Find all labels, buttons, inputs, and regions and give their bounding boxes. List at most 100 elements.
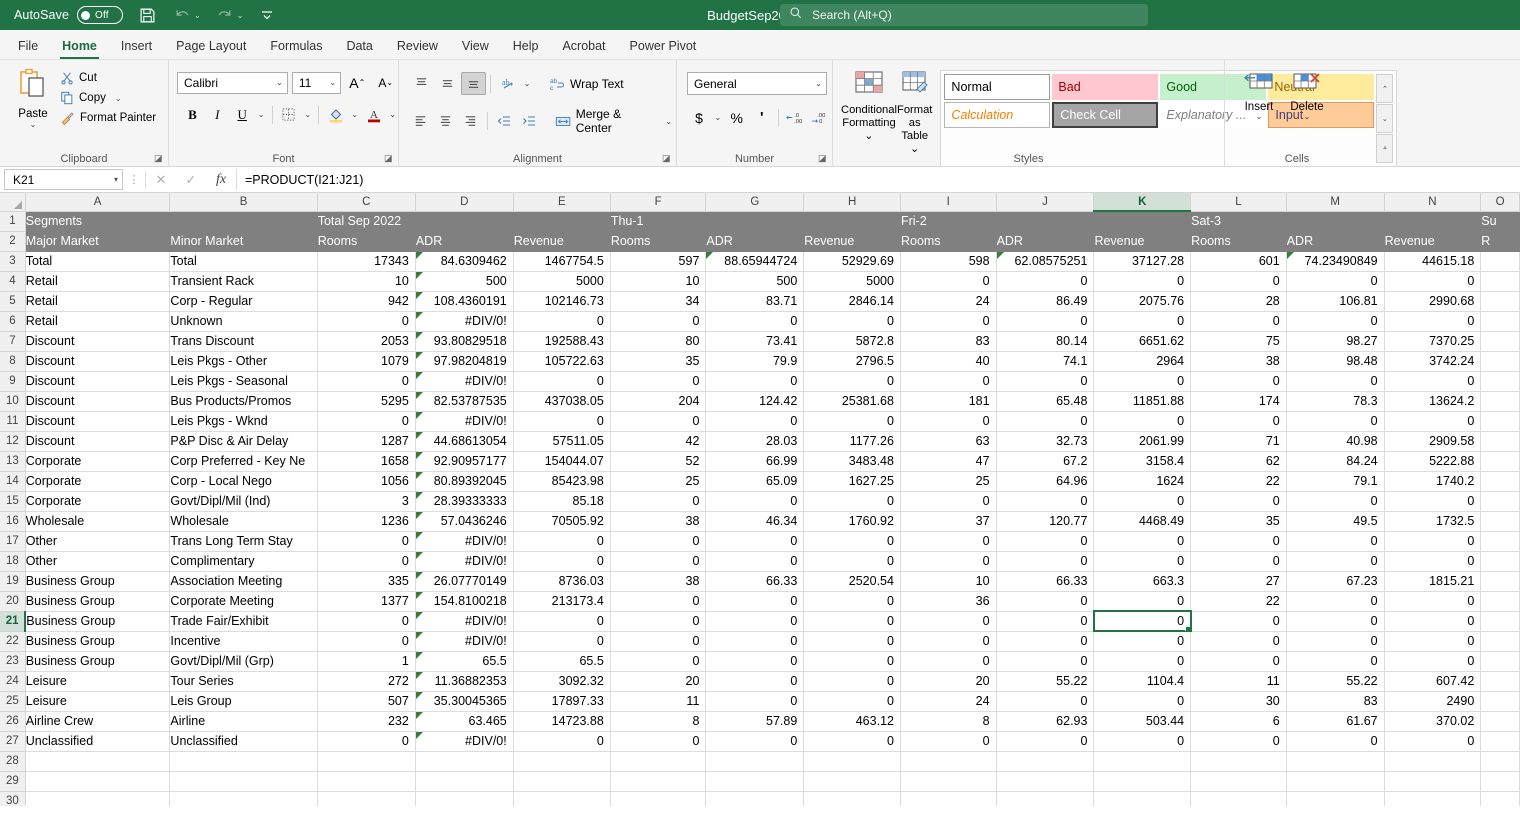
font-name-combo[interactable]: Calibri ⌄ [177,71,288,94]
cell-K30[interactable] [1093,791,1192,806]
row-header-2[interactable]: 2 [0,231,26,252]
cell-N8[interactable]: 3742.24 [1384,351,1482,372]
decrease-font-size-button[interactable]: A ⌄ [374,71,398,94]
cell-O29[interactable] [1480,771,1520,792]
tab-data[interactable]: Data [334,36,384,59]
cell-N21[interactable]: 0 [1384,611,1482,632]
cell-F10[interactable]: 204 [610,391,707,412]
cell-I20[interactable]: 36 [900,591,997,612]
cell-C4[interactable]: 10 [317,271,416,292]
cell-B8[interactable]: Leis Pkgs - Other [169,351,318,372]
cell-K1[interactable] [1093,211,1192,232]
cell-F27[interactable]: 0 [610,731,707,752]
cell-E18[interactable]: 0 [513,551,611,572]
cell-M4[interactable]: 0 [1286,271,1385,292]
cell-D13[interactable]: 92.90957177 [415,451,514,472]
cell-G23[interactable]: 0 [705,651,805,672]
cell-F23[interactable]: 0 [610,651,707,672]
cell-O27[interactable] [1480,731,1520,752]
cell-N18[interactable]: 0 [1384,551,1482,572]
cell-K28[interactable] [1093,751,1192,772]
cell-A11[interactable]: Discount [25,411,171,432]
cell-L6[interactable]: 0 [1190,311,1287,332]
row-header-7[interactable]: 7 [0,331,26,352]
font-size-combo[interactable]: 11 ⌄ [291,71,342,94]
cell-H23[interactable]: 0 [803,651,901,672]
cell-N4[interactable]: 0 [1384,271,1482,292]
cell-D24[interactable]: 11.36882353 [415,671,514,692]
cell-H20[interactable]: 0 [803,591,901,612]
tab-review[interactable]: Review [385,36,450,59]
row-header-5[interactable]: 5 [0,291,26,312]
cell-B26[interactable]: Airline [169,711,318,732]
cell-G1[interactable] [705,211,805,232]
cell-O20[interactable] [1480,591,1520,612]
cell-M22[interactable]: 0 [1286,631,1385,652]
cell-D27[interactable]: #DIV/0! [415,731,514,752]
cell-I7[interactable]: 83 [900,331,997,352]
cell-O24[interactable] [1480,671,1520,692]
cell-A18[interactable]: Other [25,551,171,572]
cell-A7[interactable]: Discount [25,331,171,352]
row-header-1[interactable]: 1 [0,211,26,232]
cell-M12[interactable]: 40.98 [1286,431,1385,452]
row-header-21[interactable]: 21 [0,611,27,632]
cell-F18[interactable]: 0 [610,551,707,572]
cell-H7[interactable]: 5872.8 [803,331,901,352]
enter-icon[interactable]: ✓ [176,169,206,190]
cell-F2[interactable]: Rooms [610,231,707,252]
cell-K20[interactable]: 0 [1093,591,1192,612]
cell-O28[interactable] [1480,751,1520,772]
paste-dropdown-icon[interactable]: ⌄ [30,120,37,129]
cell-B24[interactable]: Tour Series [169,671,318,692]
cell-N9[interactable]: 0 [1384,371,1482,392]
cell-C1[interactable]: Total Sep 2022 [317,211,416,232]
alignment-dialog-launcher[interactable]: ◪ [662,154,672,164]
cell-D12[interactable]: 44.68613054 [415,431,514,452]
wrap-text-button[interactable]: ab c Wrap Text [545,74,628,94]
cell-E16[interactable]: 70505.92 [513,511,611,532]
cell-O2[interactable]: R [1480,231,1520,252]
cell-H29[interactable] [803,771,901,792]
increase-decimal-button[interactable]: .0.00 [783,106,807,129]
cell-O14[interactable] [1480,471,1520,492]
cell-M11[interactable]: 0 [1286,411,1385,432]
cell-N19[interactable]: 1815.21 [1384,571,1482,592]
row-header-11[interactable]: 11 [0,411,26,432]
cell-B30[interactable] [169,791,318,806]
cell-K19[interactable]: 663.3 [1093,571,1192,592]
merge-dropdown-icon[interactable]: ⌄ [665,117,672,126]
cell-A23[interactable]: Business Group [25,651,171,672]
cell-E12[interactable]: 57511.05 [513,431,611,452]
row-header-3[interactable]: 3 [0,251,26,272]
cell-I28[interactable] [900,751,997,772]
cell-C12[interactable]: 1287 [317,431,416,452]
cell-H6[interactable]: 0 [803,311,901,332]
cell-E1[interactable] [513,211,611,232]
cell-G13[interactable]: 66.99 [705,451,805,472]
cell-G5[interactable]: 83.71 [705,291,805,312]
cell-M3[interactable]: 74.23490849 [1286,251,1385,272]
cell-C18[interactable]: 0 [317,551,416,572]
cell-O25[interactable] [1480,691,1520,712]
cell-K29[interactable] [1093,771,1192,792]
cell-N5[interactable]: 2990.68 [1384,291,1482,312]
cell-I3[interactable]: 598 [900,251,997,272]
cell-A14[interactable]: Corporate [25,471,171,492]
cell-D22[interactable]: #DIV/0! [415,631,514,652]
cell-E11[interactable]: 0 [513,411,611,432]
cell-D8[interactable]: 97.98204819 [415,351,514,372]
font-color-dropdown-icon[interactable]: ⌄ [387,110,398,119]
cell-A25[interactable]: Leisure [25,691,171,712]
select-all-corner[interactable] [0,193,26,212]
cell-K13[interactable]: 3158.4 [1093,451,1192,472]
cell-I17[interactable]: 0 [900,531,997,552]
styles-scroll-down-icon[interactable]: ⌄ [1376,104,1394,133]
formula-bar-grip[interactable]: ⋮ [123,173,145,186]
cell-A8[interactable]: Discount [25,351,171,372]
cell-G3[interactable]: 88.65944724 [705,251,805,272]
cell-J13[interactable]: 67.2 [996,451,1095,472]
cell-B1[interactable] [169,211,318,232]
conditional-formatting-button[interactable]: Conditional Formatting ⌄ [841,64,897,167]
cell-O13[interactable] [1480,451,1520,472]
